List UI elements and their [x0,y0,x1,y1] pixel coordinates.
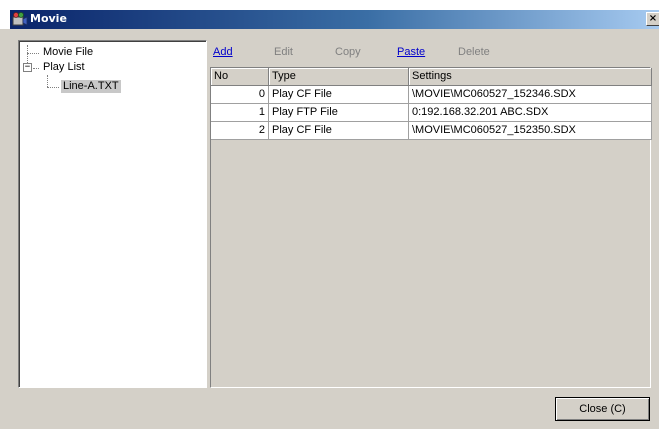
tree-connector [33,68,39,69]
cell-no[interactable]: 0 [211,86,269,104]
cell-type[interactable]: Play CF File [269,122,409,140]
collapse-icon[interactable]: − [23,63,32,72]
table-row[interactable]: 0 Play CF File \MOVIE\MC060527_152346.SD… [211,86,652,104]
title-bar [0,0,659,29]
add-button[interactable]: Add [213,46,233,59]
playlist-grid[interactable]: No Type Settings 0 Play CF File \MOVIE\M… [210,67,652,388]
cell-settings[interactable]: 0:192.168.32.201 ABC.SDX [409,104,652,122]
grid-header: No Type Settings [211,68,652,86]
title-bar-fill [10,10,659,29]
column-header-settings[interactable]: Settings [409,68,652,86]
table-row[interactable]: 1 Play FTP File 0:192.168.32.201 ABC.SDX [211,104,652,122]
copy-button[interactable]: Copy [335,46,361,59]
movie-app-icon [12,12,28,26]
tree-item-movie-file[interactable]: Movie File [43,46,93,59]
tree-view[interactable]: Movie File − Play List Line-A.TXT [18,40,207,388]
column-header-no[interactable]: No [211,68,269,86]
tree-connector [47,75,48,87]
tree-item-play-list[interactable]: Play List [43,61,85,74]
paste-button[interactable]: Paste [397,46,425,59]
column-header-type[interactable]: Type [269,68,409,86]
cell-type[interactable]: Play CF File [269,86,409,104]
close-icon[interactable]: × [646,12,659,26]
movie-window: Movie × Movie File − Play List Line-A.TX… [0,0,659,429]
tree-connector [47,87,59,88]
cell-no[interactable]: 1 [211,104,269,122]
grid-rows: 0 Play CF File \MOVIE\MC060527_152346.SD… [211,86,652,140]
close-button[interactable]: Close (C) [555,397,650,421]
cell-no[interactable]: 2 [211,122,269,140]
window-title: Movie [30,12,67,25]
cell-settings[interactable]: \MOVIE\MC060527_152346.SDX [409,86,652,104]
tree-item-line-a-txt[interactable]: Line-A.TXT [61,80,121,93]
tree-connector [27,53,39,54]
cell-type[interactable]: Play FTP File [269,104,409,122]
delete-button[interactable]: Delete [458,46,490,59]
edit-button[interactable]: Edit [274,46,293,59]
table-row[interactable]: 2 Play CF File \MOVIE\MC060527_152350.SD… [211,122,652,140]
cell-settings[interactable]: \MOVIE\MC060527_152350.SDX [409,122,652,140]
